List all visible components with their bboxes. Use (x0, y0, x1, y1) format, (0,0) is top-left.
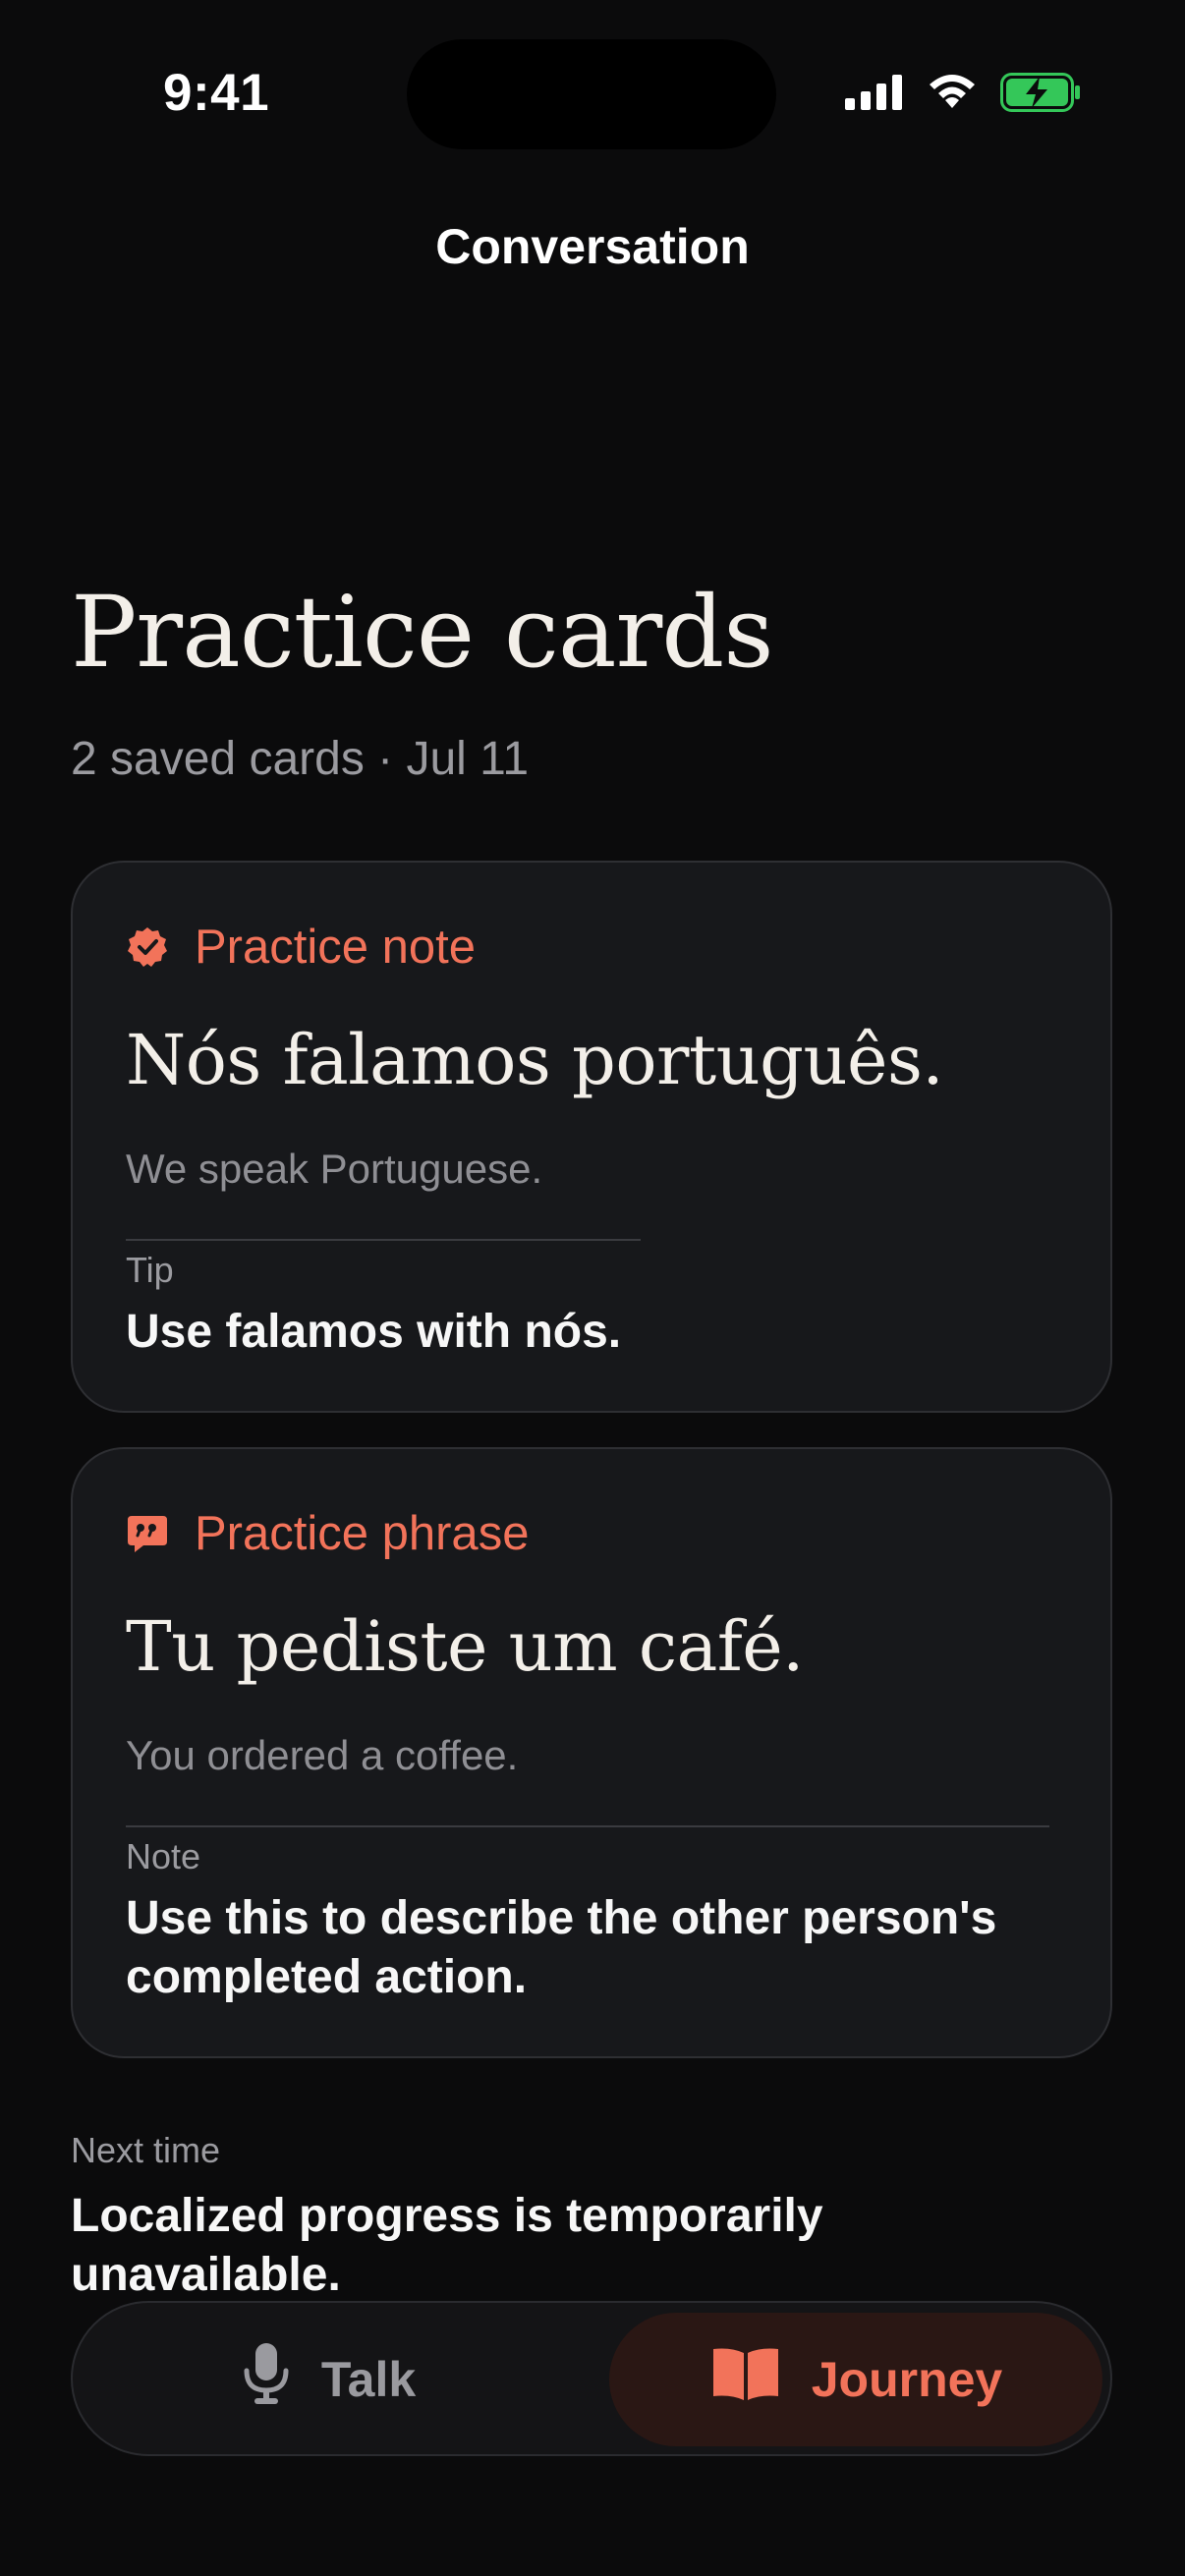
dynamic-island (407, 39, 776, 149)
card-kind: Practice note (126, 920, 476, 975)
card-phrase: Tu pediste um café. (126, 1606, 804, 1687)
practice-card[interactable]: Practice note Nós falamos português. We … (71, 861, 1112, 1413)
tab-journey[interactable]: Journey (609, 2313, 1102, 2446)
page-title: Practice cards (71, 575, 774, 690)
quote-bubble-icon (126, 1512, 169, 1555)
card-note-label: Tip (126, 1250, 174, 1290)
next-time-label: Next time (71, 2130, 221, 2170)
wifi-icon (926, 73, 979, 117)
card-translation: We speak Portuguese. (126, 1146, 543, 1192)
divider (126, 1825, 1049, 1827)
page-subtitle: 2 saved cards · Jul 11 (71, 733, 530, 785)
card-kind-label: Practice note (195, 921, 476, 974)
card-kind-label: Practice phrase (195, 1507, 530, 1560)
tab-journey-label: Journey (811, 2352, 1003, 2407)
card-note-label: Note (126, 1836, 201, 1876)
verified-badge-icon (126, 925, 169, 969)
cellular-signal-icon (845, 75, 904, 115)
status-time: 9:41 (163, 64, 270, 122)
card-note-text: Use falamos with nós. (126, 1306, 622, 1358)
microphone-icon (241, 2341, 292, 2418)
practice-card[interactable]: Practice phrase Tu pediste um café. You … (71, 1447, 1112, 2058)
next-time-text: Localized progress is temporarily unavai… (71, 2190, 823, 2301)
tab-bar: Talk Journey (71, 2301, 1112, 2456)
nav-title: Conversation (435, 219, 750, 274)
tab-talk[interactable]: Talk (83, 2313, 574, 2446)
card-translation: You ordered a coffee. (126, 1732, 519, 1778)
status-icons (845, 73, 1081, 117)
tab-talk-label: Talk (320, 2352, 417, 2407)
card-note-text: Use this to describe the other person's … (126, 1892, 997, 2003)
card-kind: Practice phrase (126, 1506, 529, 1561)
open-book-icon (709, 2345, 782, 2414)
card-phrase: Nós falamos português. (126, 1020, 944, 1100)
divider (126, 1239, 641, 1241)
battery-charging-icon (1000, 73, 1081, 117)
